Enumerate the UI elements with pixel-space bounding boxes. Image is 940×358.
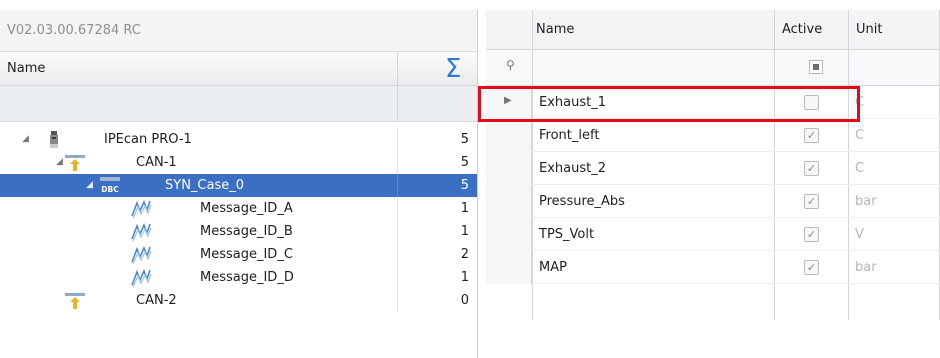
tree-row-label: CAN-1: [136, 155, 177, 170]
active-checkbox[interactable]: ✓: [804, 227, 819, 242]
unit-cell[interactable]: C: [848, 152, 864, 185]
grid-row-map[interactable]: MAP ✓ bar: [486, 251, 940, 284]
signal-name-cell[interactable]: TPS_Volt: [532, 218, 594, 251]
tree-row-can-2[interactable]: CAN-2 0: [0, 289, 477, 312]
signal-wave-icon: [131, 199, 152, 219]
can-bus-icon: [65, 293, 85, 309]
active-checkbox[interactable]: ✓: [804, 128, 819, 143]
auto-filter-row[interactable]: ⚲: [486, 50, 940, 86]
tree-filter-row[interactable]: [0, 86, 477, 122]
filter-pin-icon[interactable]: ⚲: [506, 58, 515, 72]
column-header-unit[interactable]: Unit: [852, 10, 882, 50]
signal-grid: Name Active Unit ⚲ ▶ Exhaust_1 C Front_l…: [486, 10, 940, 358]
column-divider[interactable]: [397, 52, 398, 86]
tree-row-label: Message_ID_D: [200, 270, 294, 285]
unit-cell[interactable]: V: [848, 218, 864, 251]
active-checkbox[interactable]: ✓: [804, 161, 819, 176]
active-checkbox[interactable]: ✓: [804, 194, 819, 209]
row-indicator[interactable]: [486, 185, 532, 218]
active-checkbox[interactable]: ✓: [804, 260, 819, 275]
signal-wave-icon: [131, 245, 152, 265]
device-icon: [50, 131, 58, 148]
checkbox-indeterminate-icon[interactable]: [809, 60, 823, 74]
tree-row-ipecan-pro-1[interactable]: ◢ IPEcan PRO-1 5: [0, 128, 477, 151]
tree-row-count: 1: [460, 270, 469, 285]
unit-cell[interactable]: bar: [848, 185, 877, 218]
row-indicator[interactable]: [486, 251, 532, 284]
collapse-arrow-icon[interactable]: ◢: [86, 174, 93, 197]
tree-row-label: Message_ID_A: [200, 201, 293, 216]
sigma-icon[interactable]: Σ: [445, 54, 461, 84]
tree-row-count: 5: [460, 155, 469, 170]
signal-wave-icon: [131, 268, 152, 288]
row-indicator[interactable]: [486, 218, 532, 251]
dbc-icon-text: DBC: [101, 185, 119, 194]
signal-name-cell[interactable]: Exhaust_2: [532, 152, 606, 185]
row-indicator[interactable]: [486, 152, 532, 185]
tree-row-label: Message_ID_B: [200, 224, 293, 239]
grid-header: Name Active Unit: [486, 10, 940, 50]
tree-row-syn-case-0[interactable]: ◢ DBC SYN_Case_0 5: [0, 174, 477, 197]
column-header-name[interactable]: Name: [532, 10, 574, 50]
tree-row-message-id-c[interactable]: Message_ID_C 2: [0, 243, 477, 266]
grid-row-tps-volt[interactable]: TPS_Volt ✓ V: [486, 218, 940, 251]
tree-row-message-id-d[interactable]: Message_ID_D 1: [0, 266, 477, 289]
tree-row-count: 5: [460, 178, 469, 193]
tree-header: Name Σ: [0, 52, 477, 86]
column-header-active[interactable]: Active: [778, 10, 822, 50]
collapse-arrow-icon[interactable]: ◢: [56, 151, 63, 174]
tree-row-count: 1: [460, 201, 469, 216]
grid-row-front-left[interactable]: Front_left ✓ C: [486, 119, 940, 152]
tree-row-count: 2: [460, 247, 469, 262]
version-label: V02.03.00.67284 RC: [0, 10, 477, 52]
tree-row-message-id-a[interactable]: Message_ID_A 1: [0, 197, 477, 220]
tree-row-label: CAN-2: [136, 293, 177, 308]
signal-name-cell[interactable]: Front_left: [532, 119, 599, 152]
signal-name-cell[interactable]: Pressure_Abs: [532, 185, 625, 218]
tree-row-label: Message_ID_C: [200, 247, 293, 262]
highlight-box: [478, 86, 860, 122]
signal-wave-icon: [131, 222, 152, 242]
can-bus-icon: [65, 155, 85, 171]
unit-cell[interactable]: C: [848, 119, 864, 152]
tree-row-can-1[interactable]: ◢ CAN-1 5: [0, 151, 477, 174]
dbc-file-icon: DBC: [100, 177, 120, 194]
tree-panel: V02.03.00.67284 RC Name Σ ◢ IPEcan PRO-1…: [0, 10, 478, 358]
tree-row-label: SYN_Case_0: [165, 178, 245, 193]
tree-row-label: IPEcan PRO-1: [104, 132, 192, 147]
collapse-arrow-icon[interactable]: ◢: [22, 128, 29, 151]
grid-row-exhaust-2[interactable]: Exhaust_2 ✓ C: [486, 152, 940, 185]
row-indicator[interactable]: [486, 119, 532, 152]
grid-row-pressure-abs[interactable]: Pressure_Abs ✓ bar: [486, 185, 940, 218]
name-column-header[interactable]: Name: [7, 52, 45, 86]
tree-row-count: 0: [460, 293, 469, 308]
tree-row-count: 1: [460, 224, 469, 239]
unit-cell[interactable]: bar: [848, 251, 877, 284]
column-divider: [397, 86, 398, 122]
tree-row-message-id-b[interactable]: Message_ID_B 1: [0, 220, 477, 243]
signal-name-cell[interactable]: MAP: [532, 251, 567, 284]
tree-row-count: 5: [460, 132, 469, 147]
